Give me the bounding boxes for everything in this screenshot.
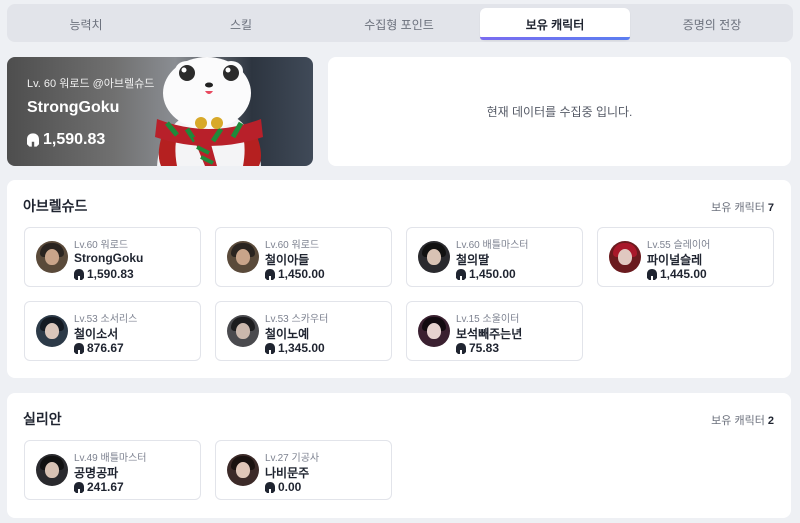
character-card[interactable]: Lv.60 워로드 StrongGoku 1,590.83 [24,227,201,287]
helmet-icon [456,268,466,280]
character-power: 1,450.00 [265,267,325,281]
helmet-icon [27,133,39,147]
character-power: 0.00 [265,480,301,494]
power-value: 1,590.83 [43,131,106,148]
helmet-icon [265,342,275,354]
main-character-name: StrongGoku [27,99,120,116]
character-level-class: Lv.55 슬레이어 [647,240,711,251]
character-level-class: Lv.60 배틀마스터 [456,240,529,251]
character-name: 철이아들 [265,253,310,267]
avatar [36,454,68,486]
character-power: 75.83 [456,341,499,355]
character-power: 1,590.83 [74,267,134,281]
character-level-class: Lv.49 배틀마스터 [74,453,147,464]
tab-collection-points[interactable]: 수집형 포인트 [324,8,474,40]
character-power: 1,445.00 [647,267,707,281]
helmet-icon [265,481,275,493]
collecting-message: 현재 데이터를 수집중 입니다. [486,105,633,119]
helmet-icon [74,268,84,280]
tab-label: 보유 캐릭터 [525,17,585,32]
character-name: 보석빼주는년 [456,327,523,341]
tab-label: 증명의 전장 [682,17,742,32]
avatar [227,454,259,486]
character-card[interactable]: Lv.27 기공사 나비문주 0.00 [215,440,392,500]
character-level-class: Lv.27 기공사 [265,453,320,464]
main-character-level-class: Lv. 60 워로드 @아브렐슈드 [27,78,155,90]
avatar [418,241,450,273]
server-section-silian: 실리안 보유 캐릭터 2 Lv.49 배틀마스터 공명공파 241.67 Lv.… [7,393,791,518]
character-count: 보유 캐릭터 7 [711,202,774,214]
character-name: 철이노예 [265,327,310,341]
character-name: 공명공파 [74,466,119,480]
helmet-icon [647,268,657,280]
avatar [36,315,68,347]
character-name: 나비문주 [265,466,310,480]
avatar [227,315,259,347]
avatar [609,241,641,273]
character-power: 241.67 [74,480,124,494]
tab-label: 스킬 [229,17,253,32]
server-section-abrelshud: 아브렐슈드 보유 캐릭터 7 Lv.60 워로드 StrongGoku 1,59… [7,180,791,378]
helmet-icon [74,342,84,354]
character-card[interactable]: Lv.60 배틀마스터 철의딸 1,450.00 [406,227,583,287]
character-level-class: Lv.60 워로드 [265,240,320,251]
character-card[interactable]: Lv.53 소서리스 철이소서 876.67 [24,301,201,361]
character-power: 1,450.00 [456,267,516,281]
character-level-class: Lv.53 스카우터 [265,314,329,325]
character-name: StrongGoku [74,251,144,265]
character-name: 철의딸 [456,253,490,267]
collecting-data-panel: 현재 데이터를 수집중 입니다. [328,57,791,166]
helmet-icon [74,481,84,493]
tab-skills[interactable]: 스킬 [166,8,316,40]
character-card[interactable]: Lv.60 워로드 철이아들 1,450.00 [215,227,392,287]
server-name: 실리안 [23,411,62,427]
tab-label: 능력치 [69,17,103,32]
character-card[interactable]: Lv.53 스카우터 철이노예 1,345.00 [215,301,392,361]
helmet-icon [265,268,275,280]
active-tab-indicator [480,37,630,40]
character-card[interactable]: Lv.15 소울이터 보석빼주는년 75.83 [406,301,583,361]
character-power: 876.67 [74,341,124,355]
tab-label: 수집형 포인트 [364,17,434,32]
avatar [227,241,259,273]
character-level-class: Lv.53 소서리스 [74,314,138,325]
character-level-class: Lv.15 소울이터 [456,314,520,325]
tab-bar: 능력치 스킬 수집형 포인트 보유 캐릭터 증명의 전장 [7,4,793,42]
snowman-illustration [155,57,263,166]
main-character-power: 1,590.83 [27,131,105,149]
character-count: 보유 캐릭터 2 [711,415,774,427]
tab-proving-grounds[interactable]: 증명의 전장 [637,8,787,40]
tab-owned-characters[interactable]: 보유 캐릭터 [480,8,630,40]
character-name: 파이널슬레 [647,253,703,267]
tab-stats[interactable]: 능력치 [11,8,161,40]
character-level-class: Lv.60 워로드 [74,240,129,251]
server-name: 아브렐슈드 [23,198,88,214]
character-power: 1,345.00 [265,341,325,355]
character-card[interactable]: Lv.49 배틀마스터 공명공파 241.67 [24,440,201,500]
avatar [418,315,450,347]
character-name: 철이소서 [74,327,119,341]
helmet-icon [456,342,466,354]
main-character-banner: Lv. 60 워로드 @아브렐슈드 StrongGoku 1,590.83 [7,57,313,166]
character-card[interactable]: Lv.55 슬레이어 파이널슬레 1,445.00 [597,227,774,287]
avatar [36,241,68,273]
